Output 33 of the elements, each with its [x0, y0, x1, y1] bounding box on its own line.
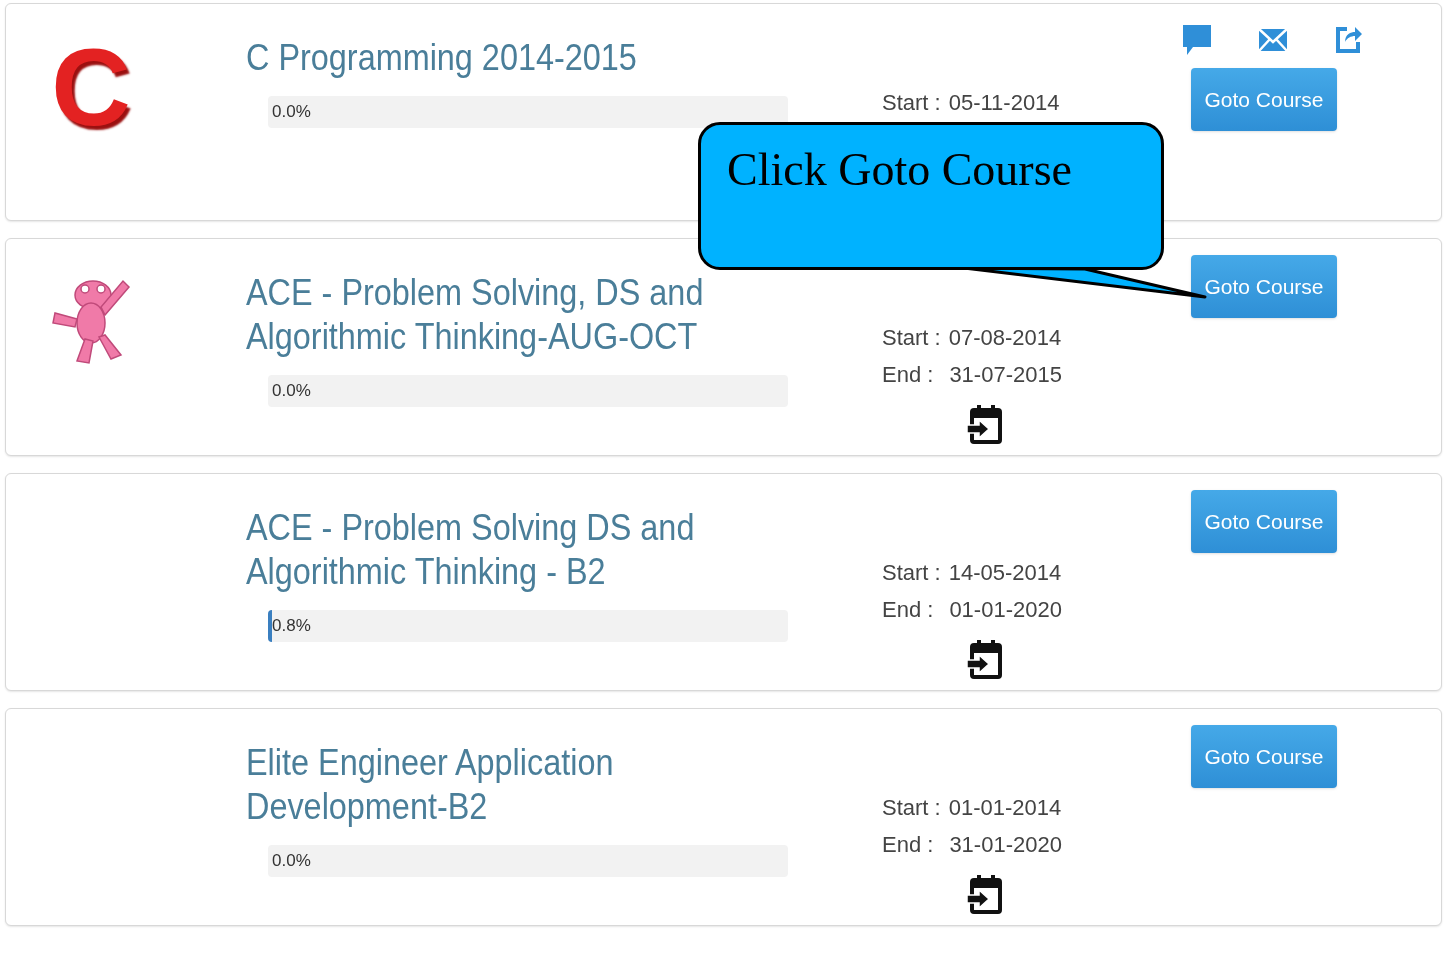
start-date: 07-08-2014	[948, 324, 1062, 352]
calendar-enter-icon[interactable]	[967, 403, 1005, 445]
start-label: Start :	[882, 89, 941, 117]
progress-label: 0.0%	[271, 850, 311, 873]
start-date: 14-05-2014	[948, 559, 1062, 587]
end-date: 01-01-2020	[949, 596, 1062, 624]
callout-text: Click Goto Course	[727, 144, 1072, 195]
goto-course-button[interactable]: Goto Course	[1191, 725, 1337, 788]
share-icon[interactable]	[1333, 24, 1363, 56]
start-label: Start :	[882, 559, 941, 587]
progress-label: 0.0%	[271, 380, 311, 403]
start-label: Start :	[882, 324, 941, 352]
course-title[interactable]: C Programming 2014-2015	[246, 36, 732, 80]
course-title[interactable]: ACE - Problem Solving, DS and Algorithmic Thinking-AUG-OCT	[246, 271, 732, 359]
c-letter-logo: C	[51, 32, 131, 150]
start-label: Start :	[882, 794, 941, 822]
calendar-enter-icon[interactable]	[967, 873, 1005, 915]
course-title[interactable]: ACE - Problem Solving DS and Algorithmic Thinking - B2	[246, 506, 732, 594]
chat-icon[interactable]	[1181, 23, 1213, 57]
progress-label: 0.0%	[271, 101, 311, 124]
end-label: End :	[882, 361, 934, 389]
end-label: End :	[882, 831, 934, 859]
goto-course-button[interactable]: Goto Course	[1191, 255, 1337, 318]
calendar-enter-icon[interactable]	[967, 638, 1005, 680]
end-label: End :	[882, 596, 934, 624]
end-date: 31-01-2020	[949, 831, 1062, 859]
goto-course-button[interactable]: Goto Course	[1191, 490, 1337, 553]
course-title[interactable]: Elite Engineer Application Development-B2	[246, 741, 732, 829]
end-date: 31-07-2015	[949, 361, 1062, 389]
progress-label: 0.8%	[271, 615, 311, 638]
start-date: 01-01-2014	[948, 794, 1062, 822]
start-date: 05-11-2014	[948, 89, 1060, 117]
goto-course-button[interactable]: Goto Course	[1191, 68, 1337, 131]
